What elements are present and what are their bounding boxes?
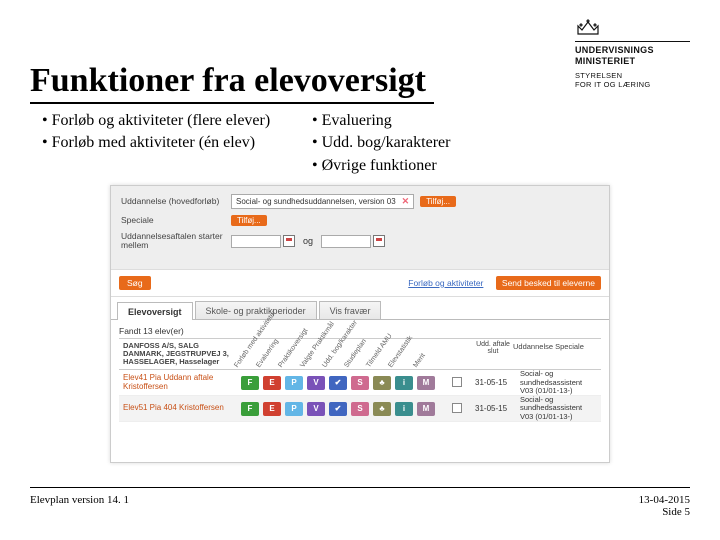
bullets-right: • Evaluering • Udd. bog/karakterer • Øvr… (312, 110, 532, 177)
table-row[interactable]: Elev41 Pia Uddann aftale Kristoffersen F… (119, 370, 601, 396)
ministry-logo: UNDERVISNINGSMINISTERIET STYRELSENFOR IT… (575, 18, 690, 89)
logo-text: UNDERVISNINGSMINISTERIET (575, 41, 690, 67)
bullet-lists: • Forløb og aktiviteter (flere elever) •… (42, 110, 532, 177)
table-row[interactable]: Elev51 Pia 404 Kristoffersen FEPV ✔ S ♣ iM 3… (119, 396, 601, 422)
tilfoj-button[interactable]: Tilføj... (420, 196, 456, 207)
action-icon[interactable]: V (307, 376, 325, 390)
bullets-left: • Forløb og aktiviteter (flere elever) •… (42, 110, 312, 177)
action-icon[interactable]: ✔ (329, 402, 347, 416)
student-link[interactable]: Elev41 Pia Uddann aftale Kristoffersen (119, 371, 239, 394)
app-screenshot: Uddannelse (hovedforløb) Social- og sund… (110, 185, 610, 463)
action-icon[interactable]: i (395, 376, 413, 390)
action-icon[interactable]: M (417, 376, 435, 390)
action-icon[interactable]: V (307, 402, 325, 416)
action-icon[interactable]: E (263, 402, 281, 416)
date-to-input[interactable] (321, 235, 371, 248)
student-link[interactable]: Elev51 Pia 404 Kristoffersen (119, 401, 239, 415)
logo-subtext: STYRELSENFOR IT OG LÆRING (575, 71, 690, 89)
udd-date: 31-05-15 (475, 378, 520, 387)
action-icon[interactable]: E (263, 376, 281, 390)
send-message-button[interactable]: Send besked til eleverne (496, 276, 601, 290)
results: Fandt 13 elev(er) DANFOSS A/S, SALG DANM… (111, 320, 609, 422)
uddannelse-select[interactable]: Social- og sundhedsuddannelsen, version … (231, 194, 414, 209)
action-icon[interactable]: P (285, 402, 303, 416)
close-icon[interactable]: ✕ (402, 196, 410, 207)
udd-date: 31-05-15 (475, 404, 520, 413)
tab-skole[interactable]: Skole- og praktikperioder (195, 301, 317, 319)
tilfoj-button-2[interactable]: Tilføj... (231, 215, 267, 226)
slide-footer: Elevplan version 14. 1 13-04-2015 Side 5 (30, 487, 690, 518)
result-count: Fandt 13 elev(er) (119, 326, 601, 336)
col-speciale: Uddannelse Speciale (511, 339, 601, 370)
icon-column-headers: Forløb med aktiviteter Evaluering Prakti… (239, 339, 439, 370)
date-join: og (303, 236, 313, 246)
tab-elevoversigt[interactable]: Elevoversigt (117, 302, 193, 320)
search-bar: Søg Forløb og aktiviteter Send besked ti… (111, 269, 609, 297)
action-icon[interactable]: ✔ (329, 376, 347, 390)
company-address: DANFOSS A/S, SALG DANMARK, JEGSTRUPVEJ 3… (119, 339, 239, 370)
calendar-icon[interactable] (373, 235, 385, 247)
action-icon[interactable]: F (241, 402, 259, 416)
action-icon[interactable]: ♣ (373, 376, 391, 390)
page-title: Funktioner fra elevoversigt (30, 62, 434, 104)
action-icon[interactable]: i (395, 402, 413, 416)
footer-version: Elevplan version 14. 1 (30, 494, 129, 518)
crown-icon (575, 18, 601, 38)
row-checkbox[interactable] (452, 377, 462, 387)
col-checkbox (439, 339, 475, 370)
footer-date: 13-04-2015 (639, 494, 690, 506)
tab-bar: Elevoversigt Skole- og praktikperioder V… (111, 301, 609, 320)
date-from-input[interactable] (231, 235, 281, 248)
forlob-link[interactable]: Forløb og aktiviteter (408, 278, 483, 288)
udd-text: Social- og sundhedsassistent V03 (01/01-… (520, 370, 601, 395)
filter-form: Uddannelse (hovedforløb) Social- og sund… (111, 186, 609, 269)
action-icon[interactable]: ♣ (373, 402, 391, 416)
action-icon[interactable]: S (351, 402, 369, 416)
col-udd-slut: Udd. aftale slut (475, 339, 511, 370)
footer-page: Side 5 (639, 506, 690, 518)
speciale-label: Speciale (121, 216, 231, 225)
action-icon[interactable]: M (417, 402, 435, 416)
row-checkbox[interactable] (452, 403, 462, 413)
action-icon[interactable]: F (241, 376, 259, 390)
action-icons: FEPV ✔ S ♣ iM (239, 400, 439, 418)
search-button[interactable]: Søg (119, 276, 151, 290)
action-icon[interactable]: P (285, 376, 303, 390)
udd-text: Social- og sundhedsassistent V03 (01/01-… (520, 396, 601, 421)
action-icon[interactable]: S (351, 376, 369, 390)
calendar-icon[interactable] (283, 235, 295, 247)
uddannelse-label: Uddannelse (hovedforløb) (121, 197, 231, 206)
action-icons: FEPV ✔ S ♣ iM (239, 374, 439, 392)
date-label: Uddannelsesaftalen starter mellem (121, 232, 231, 251)
table-header: DANFOSS A/S, SALG DANMARK, JEGSTRUPVEJ 3… (119, 338, 601, 371)
tab-fravaer[interactable]: Vis fravær (319, 301, 382, 319)
